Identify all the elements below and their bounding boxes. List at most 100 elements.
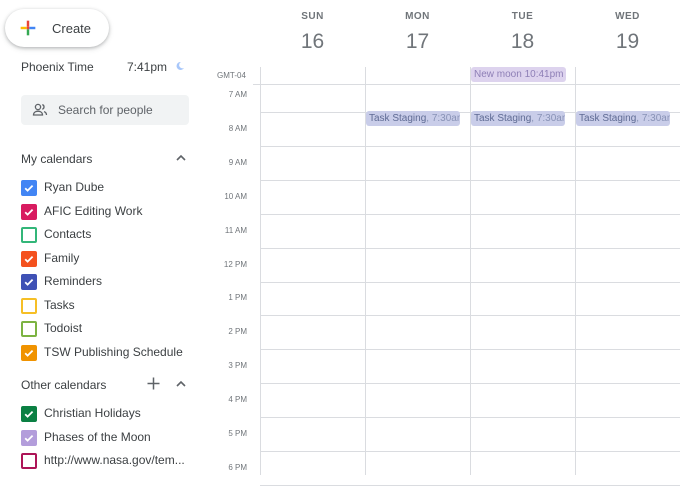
hour-label: 7 AM	[228, 90, 247, 99]
timezone-name: Phoenix Time	[21, 60, 94, 74]
calendar-name: Contacts	[44, 227, 92, 241]
gmt-label: GMT-04	[217, 71, 246, 80]
day-name: SUN	[301, 11, 324, 22]
day-header[interactable]: SUN 16	[260, 0, 365, 62]
other-calendar-item[interactable]: Phases of the Moon	[21, 428, 196, 448]
my-calendars-title: My calendars	[21, 152, 93, 166]
day-column-divider	[575, 67, 576, 475]
my-calendar-item[interactable]: Reminders	[21, 272, 196, 292]
timezone-row: Phoenix Time 7:41pm	[21, 60, 191, 76]
day-column-divider	[470, 67, 471, 475]
calendar-name: Christian Holidays	[44, 406, 141, 420]
check-icon	[24, 208, 34, 216]
hour-label: 1 PM	[228, 293, 247, 303]
hour-label: 10 AM	[224, 191, 247, 201]
checkbox[interactable]	[21, 344, 37, 361]
check-icon	[24, 278, 34, 286]
calendar-name: Reminders	[44, 274, 103, 288]
check-icon	[24, 410, 34, 418]
calendar-name: http://www.nasa.gov/tem...	[44, 453, 185, 467]
my-calendars-header[interactable]: My calendars	[21, 150, 191, 168]
event-task-staging-wed[interactable]: Task Staging, 7:30am	[576, 111, 670, 126]
timezone-time: 7:41pm	[127, 60, 168, 74]
checkbox[interactable]	[21, 180, 37, 196]
plus-icon	[20, 20, 36, 36]
calendar-name: Phases of the Moon	[44, 429, 151, 444]
check-icon	[24, 184, 34, 192]
checkbox[interactable]	[21, 321, 37, 337]
search-people-input[interactable]	[58, 103, 188, 117]
other-calendars-title: Other calendars	[21, 378, 107, 392]
day-number[interactable]: 16	[260, 30, 365, 54]
create-label: Create	[52, 20, 92, 36]
checkbox[interactable]	[21, 274, 37, 290]
day-column-divider	[365, 67, 366, 475]
people-icon	[32, 103, 48, 116]
checkbox[interactable]	[21, 429, 37, 446]
hour-label: 3 PM	[228, 361, 247, 371]
allday-divider	[253, 84, 680, 85]
my-calendar-item[interactable]: AFIC Editing Work	[21, 202, 196, 222]
event-title: Task Staging	[579, 113, 637, 124]
other-calendars-header: Other calendars	[21, 376, 191, 394]
checkbox[interactable]	[21, 227, 37, 243]
add-calendar-icon[interactable]	[146, 376, 161, 391]
event-title: Task Staging	[369, 113, 427, 124]
calendar-name: Tasks	[44, 297, 75, 312]
check-icon	[24, 349, 34, 357]
day-header[interactable]: WED 19	[575, 0, 680, 62]
calendar-name: TSW Publishing Schedule	[44, 344, 183, 359]
my-calendar-item[interactable]: Contacts	[21, 225, 196, 245]
chevron-up-icon[interactable]	[175, 378, 187, 390]
sidebar: Create Phoenix Time 7:41pm My calendars …	[0, 0, 205, 475]
hour-label: 6 PM	[228, 462, 247, 472]
event-time: , 7:30am	[531, 113, 565, 124]
event-time: , 7:30am	[426, 113, 460, 124]
hour-label: 4 PM	[228, 395, 247, 405]
day-column-divider	[260, 67, 261, 475]
event-time: , 7:30am	[636, 113, 670, 124]
create-button[interactable]: Create	[5, 9, 109, 47]
my-calendar-item[interactable]: Family	[21, 249, 196, 269]
hour-label: 2 PM	[228, 327, 247, 337]
my-calendar-item[interactable]: TSW Publishing Schedule	[21, 343, 196, 363]
checkbox[interactable]	[21, 297, 37, 314]
calendar-name: Family	[44, 250, 80, 265]
checkbox[interactable]	[21, 406, 37, 422]
event-task-staging-tue[interactable]: Task Staging, 7:30am	[471, 111, 565, 126]
hour-label: 9 AM	[228, 157, 247, 167]
hour-label: 5 PM	[228, 429, 247, 438]
chevron-up-icon[interactable]	[175, 152, 187, 164]
checkbox[interactable]	[21, 203, 37, 220]
day-name: MON	[405, 11, 430, 22]
my-calendar-item[interactable]: Ryan Dube	[21, 178, 196, 198]
other-calendar-item[interactable]: http://www.nasa.gov/tem...	[21, 451, 196, 471]
my-calendar-item[interactable]: Tasks	[21, 296, 196, 316]
day-header[interactable]: TUE 18	[470, 0, 575, 62]
my-calendar-item[interactable]: Todoist	[21, 319, 196, 339]
moon-icon	[176, 61, 184, 70]
day-name: TUE	[511, 11, 534, 22]
calendar-name: Ryan Dube	[44, 180, 105, 194]
hour-label: 11 AM	[224, 225, 247, 235]
search-people-box[interactable]	[21, 95, 189, 125]
hour-label: 12 PM	[223, 259, 247, 269]
other-calendar-item[interactable]: Christian Holidays	[21, 404, 196, 424]
event-task-staging-mon[interactable]: Task Staging, 7:30am	[366, 111, 460, 126]
day-header[interactable]: MON 17	[365, 0, 470, 62]
event-title: Task Staging	[474, 113, 532, 124]
allday-event-new-moon[interactable]: New moon 10:41pm	[471, 67, 566, 82]
check-icon	[24, 434, 34, 442]
day-number[interactable]: 18	[470, 30, 575, 54]
allday-event-text: New moon 10:41pm	[474, 69, 564, 80]
checkbox[interactable]	[21, 250, 37, 267]
day-name: WED	[615, 11, 640, 22]
checkbox[interactable]	[21, 453, 37, 469]
calendar-name: AFIC Editing Work	[44, 203, 143, 218]
hour-label: 8 AM	[228, 123, 247, 133]
calendar-name: Todoist	[44, 321, 83, 335]
check-icon	[24, 255, 34, 263]
week-header: SUN 16 MON 17 TUE 18 WED 19	[260, 0, 680, 62]
day-number[interactable]: 19	[575, 30, 680, 54]
day-number[interactable]: 17	[365, 30, 470, 54]
